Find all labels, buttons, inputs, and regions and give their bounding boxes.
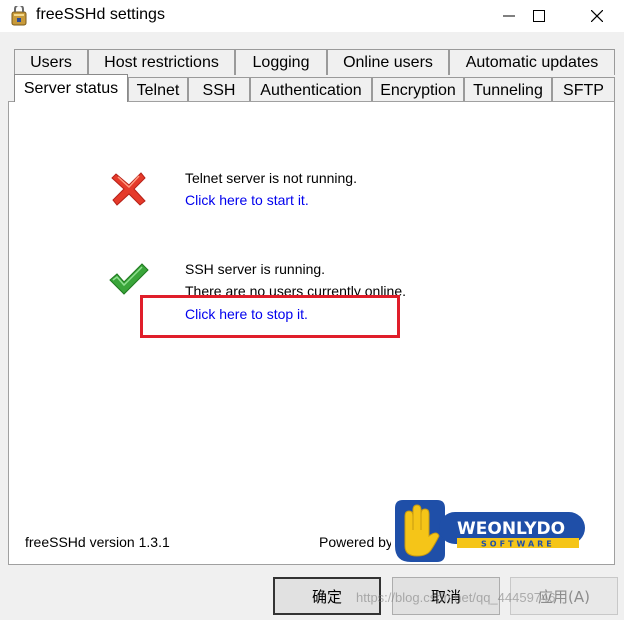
error-x-icon xyxy=(110,170,148,213)
tab-automatic-updates[interactable]: Automatic updates xyxy=(449,49,615,75)
settings-window: freeSSHd settings Users Host restriction… xyxy=(0,0,624,620)
app-icon xyxy=(10,4,28,26)
powered-by-text: Powered by xyxy=(319,534,393,550)
tab-tunneling[interactable]: Tunneling xyxy=(464,77,552,103)
tab-ssh[interactable]: SSH xyxy=(188,77,250,103)
tab-online-users[interactable]: Online users xyxy=(327,49,449,75)
logo-brand-text: WEONLYDO xyxy=(457,519,565,539)
watermark-text: https://blog.csdn.net/qq_44459746 xyxy=(356,590,556,605)
maximize-button[interactable] xyxy=(516,0,562,32)
maximize-icon xyxy=(533,10,545,22)
tab-encryption[interactable]: Encryption xyxy=(372,77,464,103)
tab-sftp[interactable]: SFTP xyxy=(552,77,615,103)
tab-users[interactable]: Users xyxy=(14,49,88,75)
title-bar[interactable]: freeSSHd settings xyxy=(0,0,624,32)
close-icon xyxy=(591,10,603,22)
window-title: freeSSHd settings xyxy=(36,6,165,23)
weonlydo-logo[interactable]: WEONLYDO SOFTWARE xyxy=(391,496,589,564)
telnet-start-link[interactable]: Click here to start it. xyxy=(185,192,309,208)
ssh-status-text: SSH server is running. xyxy=(185,261,326,277)
tab-server-status[interactable]: Server status xyxy=(14,74,128,102)
tab-logging[interactable]: Logging xyxy=(235,49,327,75)
logo-sub-text: SOFTWARE xyxy=(481,540,555,549)
version-text: freeSSHd version 1.3.1 xyxy=(25,534,170,550)
close-button[interactable] xyxy=(574,0,620,32)
tab-telnet[interactable]: Telnet xyxy=(128,77,188,103)
telnet-status-text: Telnet server is not running. xyxy=(185,170,357,186)
highlight-annotation-box xyxy=(140,295,400,338)
minimize-icon xyxy=(503,15,515,17)
tab-host-restrictions[interactable]: Host restrictions xyxy=(88,49,235,75)
tab-authentication[interactable]: Authentication xyxy=(250,77,372,103)
